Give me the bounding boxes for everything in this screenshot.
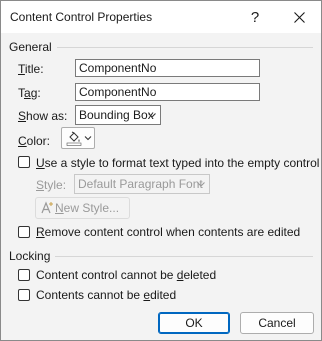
show-as-select[interactable]: Bounding Box — [75, 105, 161, 125]
style-select[interactable]: Default Paragraph Font — [74, 174, 210, 194]
use-style-label[interactable]: Use a style to format text typed into th… — [36, 156, 319, 170]
chevron-down-icon — [148, 113, 156, 118]
chevron-down-icon — [84, 136, 92, 141]
cannot-edit-checkbox[interactable] — [18, 289, 30, 301]
help-button[interactable]: ? — [242, 5, 268, 29]
dialog-title: Content Control Properties — [10, 10, 153, 24]
locking-separator — [55, 256, 313, 257]
close-button[interactable] — [286, 5, 312, 29]
remove-content-control-label[interactable]: Remove content control when contents are… — [36, 225, 300, 239]
general-separator — [57, 47, 313, 48]
cancel-button[interactable]: Cancel — [240, 312, 314, 334]
new-style-icon — [41, 201, 53, 214]
tag-input[interactable]: ComponentNo — [75, 83, 260, 101]
remove-content-control-checkbox[interactable] — [18, 226, 30, 238]
show-as-label: Show as: — [18, 109, 68, 123]
new-style-button[interactable]: New Style... — [35, 197, 130, 219]
locking-section-label: Locking — [9, 249, 51, 263]
tag-label: Tag: — [18, 86, 41, 100]
close-icon — [293, 11, 305, 23]
use-style-checkbox[interactable] — [18, 156, 30, 168]
cannot-delete-label[interactable]: Content control cannot be deleted — [36, 268, 216, 282]
chevron-down-icon — [197, 182, 205, 187]
cannot-edit-label[interactable]: Contents cannot be edited — [36, 288, 176, 302]
general-section-label: General — [9, 40, 52, 54]
fill-bucket-icon — [66, 131, 82, 146]
title-bar: Content Control Properties ? — [1, 1, 321, 33]
title-input[interactable]: ComponentNo — [75, 59, 260, 77]
style-value: Default Paragraph Font — [78, 177, 203, 191]
style-label: Style: — [36, 178, 67, 192]
show-as-value: Bounding Box — [79, 108, 154, 122]
color-label: Color: — [18, 134, 51, 148]
content-control-properties-dialog: Content Control Properties ? General Tit… — [0, 0, 322, 341]
title-label: Title: — [18, 62, 44, 76]
cannot-delete-checkbox[interactable] — [18, 269, 30, 281]
color-picker-button[interactable] — [61, 127, 95, 149]
dialog-body: General Title: ComponentNo Tag: Componen… — [1, 33, 321, 340]
ok-button[interactable]: OK — [158, 312, 230, 334]
